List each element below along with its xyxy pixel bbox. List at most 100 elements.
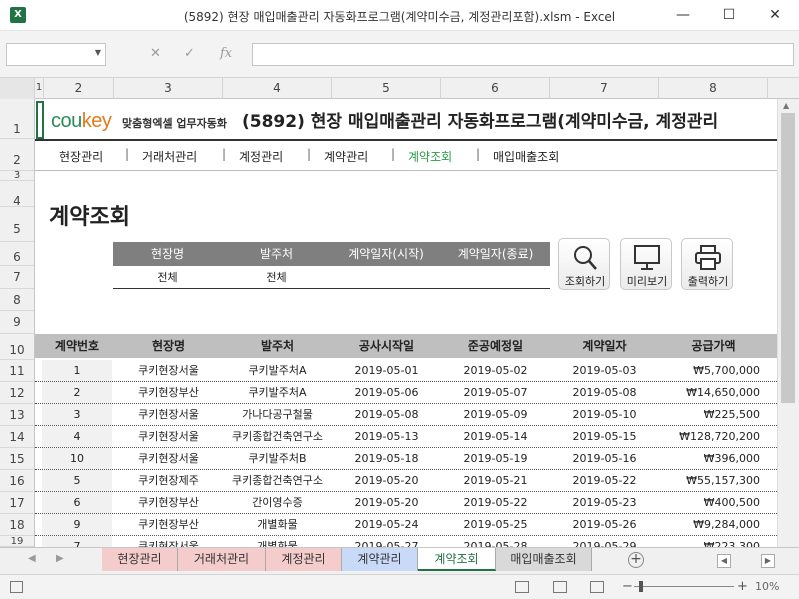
table-cell[interactable]: 쿠키현장서울	[114, 448, 223, 469]
add-sheet-button[interactable]: +	[628, 552, 644, 568]
table-row[interactable]: 7 쿠키현장서울 개별화물 2019-05-27 2019-05-28 2019-05-2…	[35, 536, 777, 547]
table-cell[interactable]: 2019-05-15	[550, 426, 659, 447]
column-header[interactable]: 8	[659, 78, 768, 99]
cancel-icon[interactable]: ✕	[150, 46, 161, 61]
table-cell[interactable]: 2019-05-26	[550, 514, 659, 535]
column-header[interactable]: 2	[44, 78, 114, 99]
confirm-icon[interactable]: ✓	[184, 46, 195, 61]
column-header[interactable]: 5	[332, 78, 441, 99]
column-header[interactable]: 1	[35, 78, 44, 99]
table-row[interactable]: 6 쿠키현장부산 간이영수증 2019-05-20 2019-05-22 2019-05-…	[35, 492, 777, 514]
table-cell[interactable]: ₩223,300	[659, 536, 760, 547]
filter-end-date-field[interactable]	[441, 268, 550, 288]
row-header[interactable]: 9	[0, 311, 34, 334]
table-cell[interactable]: 3	[42, 404, 112, 425]
sheet-tab[interactable]: 현장관리	[102, 548, 178, 571]
table-cell[interactable]: 쿠키현장서울	[114, 360, 223, 381]
table-cell[interactable]: 2019-05-01	[332, 360, 441, 381]
table-cell[interactable]: 쿠키종합건축연구소	[223, 426, 332, 447]
vertical-scrollbar[interactable]: ▲	[777, 99, 799, 547]
row-header[interactable]: 12	[0, 382, 34, 404]
row-header[interactable]: 1	[0, 99, 34, 139]
table-cell[interactable]: 2019-05-07	[441, 382, 550, 403]
table-cell[interactable]: 4	[42, 426, 112, 447]
filter-start-date-field[interactable]	[331, 268, 441, 288]
row-header[interactable]: 10	[0, 334, 34, 360]
table-cell[interactable]: ₩55,157,300	[659, 470, 760, 491]
row-header[interactable]: 16	[0, 470, 34, 492]
row-header[interactable]: 18	[0, 514, 34, 536]
table-cell[interactable]: 1	[42, 360, 112, 381]
sheet-tab[interactable]: 계약조회	[418, 548, 496, 571]
table-cell[interactable]: 쿠키종합건축연구소	[223, 470, 332, 491]
table-cell[interactable]: 개별화물	[223, 536, 332, 547]
table-cell[interactable]: 2019-05-20	[332, 492, 441, 513]
table-cell[interactable]: 2019-05-29	[550, 536, 659, 547]
hscroll-left-icon[interactable]: ◀	[717, 554, 731, 568]
table-cell[interactable]: 쿠키현장서울	[114, 404, 223, 425]
hscroll-right-icon[interactable]: ▶	[761, 554, 775, 568]
table-cell[interactable]: 2019-05-24	[332, 514, 441, 535]
table-cell[interactable]: 2019-05-21	[441, 470, 550, 491]
nav-item-contract-search[interactable]: 계약조회	[408, 148, 452, 165]
fx-icon[interactable]: fx	[220, 46, 232, 61]
zoom-out-button[interactable]: −	[622, 579, 633, 594]
row-header[interactable]: 11	[0, 360, 34, 382]
table-cell[interactable]: 2019-05-02	[441, 360, 550, 381]
row-header[interactable]: 15	[0, 448, 34, 470]
row-header[interactable]: 3	[0, 171, 34, 181]
chevron-down-icon[interactable]: ▼	[95, 48, 101, 57]
table-cell[interactable]: 2019-05-06	[332, 382, 441, 403]
table-cell[interactable]: 2019-05-22	[441, 492, 550, 513]
table-cell[interactable]: 9	[42, 514, 112, 535]
row-header[interactable]: 6	[0, 242, 34, 266]
table-cell[interactable]: 2019-05-25	[441, 514, 550, 535]
table-cell[interactable]: 2019-05-13	[332, 426, 441, 447]
print-button[interactable]: 출력하기	[681, 238, 733, 290]
table-cell[interactable]: 2019-05-14	[441, 426, 550, 447]
table-cell[interactable]: 2019-05-18	[332, 448, 441, 469]
selected-cell[interactable]	[36, 101, 44, 139]
table-cell[interactable]: 간이영수증	[223, 492, 332, 513]
table-cell[interactable]: ₩400,500	[659, 492, 760, 513]
table-cell[interactable]: 쿠키발주처A	[223, 360, 332, 381]
formula-input[interactable]	[252, 43, 794, 66]
table-cell[interactable]: 쿠키현장제주	[114, 470, 223, 491]
page-layout-view-icon[interactable]	[553, 581, 567, 593]
sheet-tab[interactable]: 계정관리	[266, 548, 342, 571]
table-cell[interactable]: 2019-05-08	[332, 404, 441, 425]
nav-item-accounts[interactable]: 계정관리	[239, 148, 283, 165]
table-row[interactable]: 9 쿠키현장부산 개별화물 2019-05-24 2019-05-25 2019-05-2…	[35, 514, 777, 536]
table-cell[interactable]: 2019-05-08	[550, 382, 659, 403]
row-header[interactable]: 17	[0, 492, 34, 514]
table-cell[interactable]: 쿠키현장부산	[114, 382, 223, 403]
tab-scroll-right-icon[interactable]: ▶	[56, 553, 64, 564]
table-cell[interactable]: 쿠키현장서울	[114, 536, 223, 547]
table-cell[interactable]: 2019-05-09	[441, 404, 550, 425]
zoom-slider-knob[interactable]	[639, 581, 643, 592]
zoom-slider[interactable]	[634, 586, 734, 587]
table-cell[interactable]: 쿠키현장서울	[114, 426, 223, 447]
table-cell[interactable]: ₩9,284,000	[659, 514, 760, 535]
table-cell[interactable]: 가나다공구철물	[223, 404, 332, 425]
search-button[interactable]: 조회하기	[558, 238, 610, 290]
table-cell[interactable]: 2	[42, 382, 112, 403]
zoom-in-button[interactable]: +	[737, 579, 748, 594]
table-row[interactable]: 3 쿠키현장서울 가나다공구철물 2019-05-08 2019-05-09 2019-0…	[35, 404, 777, 426]
row-header[interactable]: 19	[0, 536, 34, 547]
table-cell[interactable]: 2019-05-19	[441, 448, 550, 469]
preview-button[interactable]: 미리보기	[620, 238, 672, 290]
table-cell[interactable]: ₩128,720,200	[659, 426, 760, 447]
table-row[interactable]: 1 쿠키현장서울 쿠키발주처A 2019-05-01 2019-05-02 2019-05…	[35, 360, 777, 382]
row-header[interactable]: 8	[0, 289, 34, 311]
table-cell[interactable]: 쿠키현장부산	[114, 514, 223, 535]
table-cell[interactable]: ₩396,000	[659, 448, 760, 469]
table-cell[interactable]: 5	[42, 470, 112, 491]
table-cell[interactable]: 개별화물	[223, 514, 332, 535]
filter-client-field[interactable]: 전체	[222, 268, 331, 288]
maximize-button[interactable]: ☐	[706, 0, 752, 31]
row-header[interactable]: 7	[0, 266, 34, 289]
table-row[interactable]: 4 쿠키현장서울 쿠키종합건축연구소 2019-05-13 2019-05-14 2019…	[35, 426, 777, 448]
sheet-tab[interactable]: 매입매출조회	[496, 548, 592, 571]
table-cell[interactable]: 2019-05-28	[441, 536, 550, 547]
